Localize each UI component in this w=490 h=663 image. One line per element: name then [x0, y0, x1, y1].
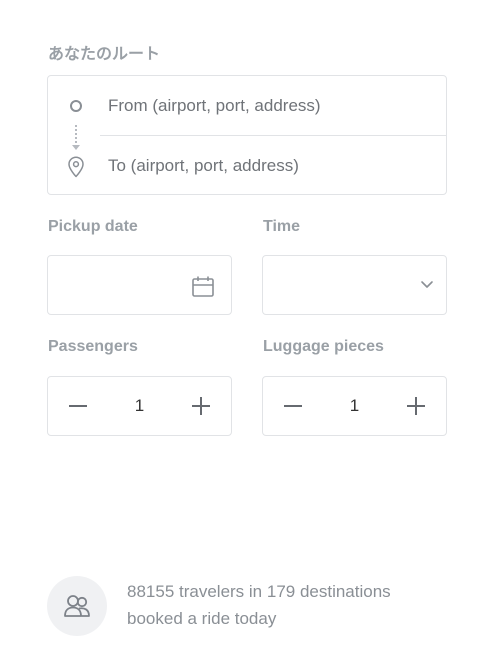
travelers-stats: 88155 travelers in 179 destinations book… [127, 578, 447, 632]
location-pin-icon [68, 156, 84, 178]
origin-circle-icon [70, 100, 82, 112]
chevron-down-icon [421, 281, 433, 288]
time-select[interactable] [262, 255, 447, 315]
pickup-date-label: Pickup date [48, 218, 138, 235]
passengers-count: 1 [134, 396, 145, 415]
to-row[interactable] [48, 136, 446, 196]
luggage-stepper: 1 [262, 376, 447, 436]
pickup-date-field[interactable] [47, 255, 232, 315]
from-input[interactable] [108, 76, 434, 136]
route-inputs-box [47, 75, 447, 196]
to-input[interactable] [108, 136, 434, 196]
minus-icon [284, 405, 302, 407]
plus-icon [407, 397, 425, 415]
route-section-label: あなたのルート [48, 46, 161, 63]
passengers-stepper: 1 [47, 376, 232, 436]
travelers-icon [64, 595, 90, 617]
luggage-label: Luggage pieces [263, 338, 384, 355]
luggage-decrease-button[interactable] [263, 377, 323, 435]
from-row[interactable] [48, 76, 446, 136]
stats-line-1: 88155 travelers in 179 destinations [127, 582, 391, 601]
minus-icon [69, 405, 87, 407]
passengers-decrease-button[interactable] [48, 377, 108, 435]
time-label: Time [263, 218, 301, 235]
luggage-count: 1 [349, 396, 360, 415]
calendar-icon [192, 276, 214, 297]
plus-icon [192, 397, 210, 415]
stats-line-2: booked a ride today [127, 609, 277, 628]
travelers-badge [47, 576, 107, 636]
passengers-increase-button[interactable] [171, 377, 231, 435]
luggage-increase-button[interactable] [386, 377, 446, 435]
passengers-label: Passengers [48, 338, 138, 355]
